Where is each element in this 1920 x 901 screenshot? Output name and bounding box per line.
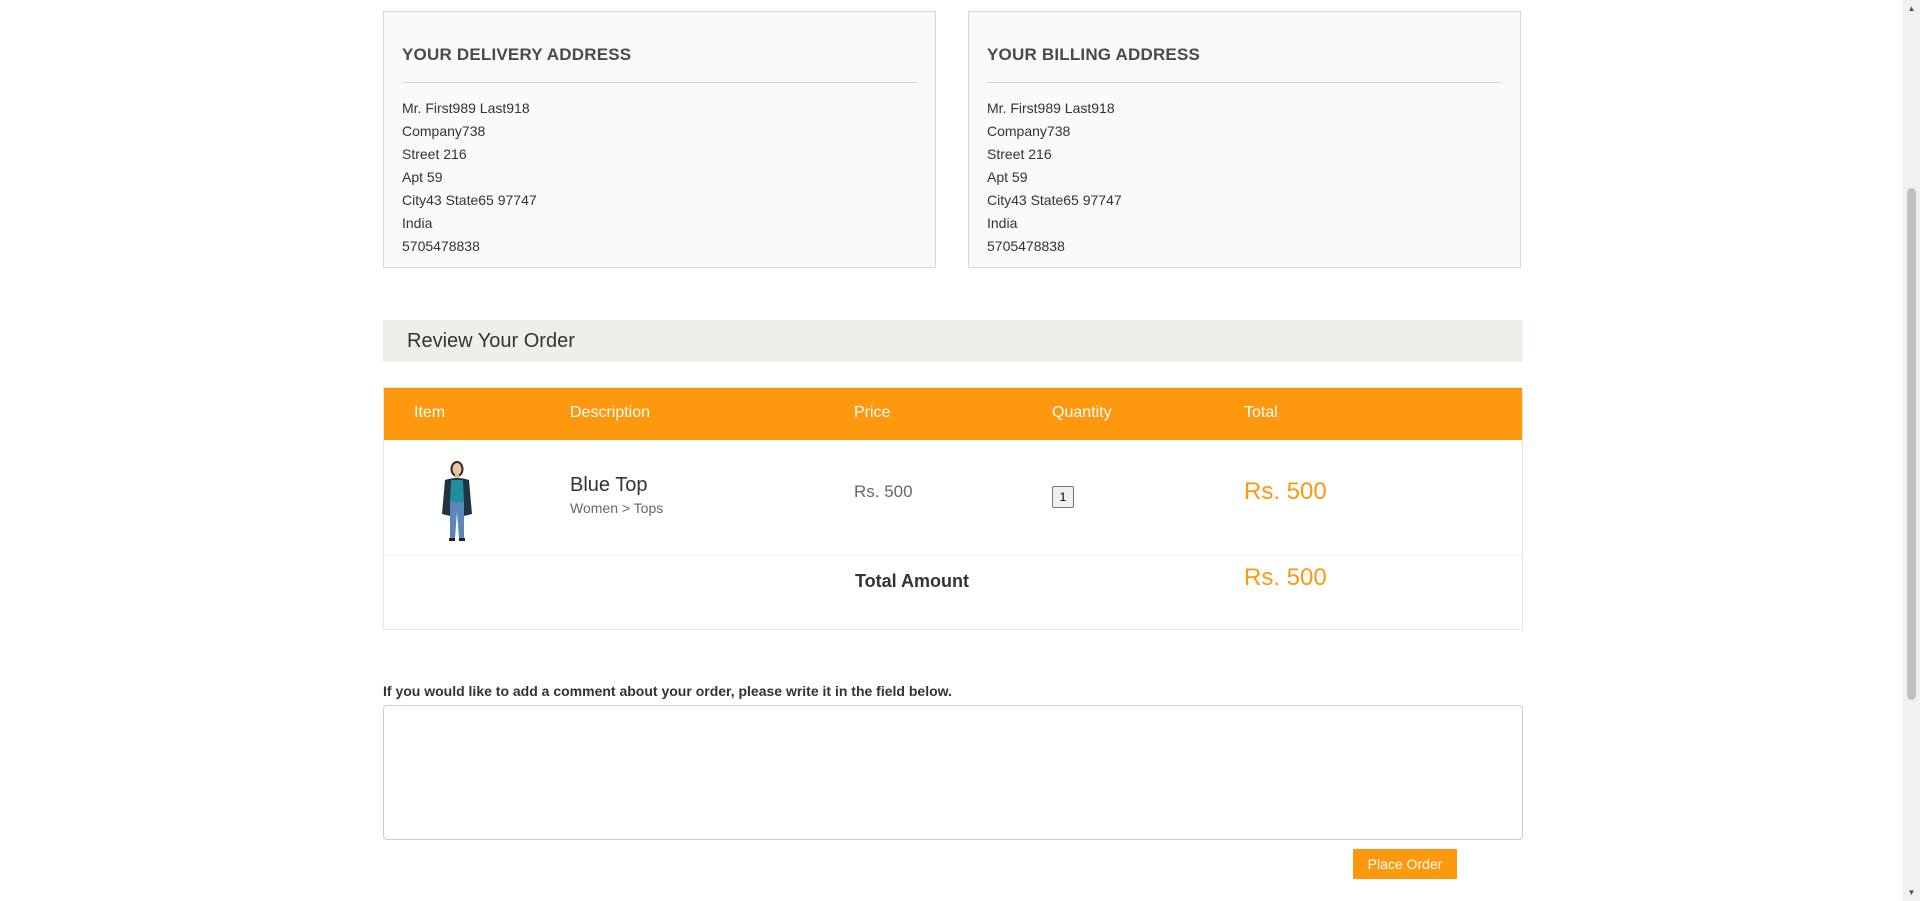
billing-address-street: Street 216 [987, 146, 1052, 162]
scroll-down-arrow-icon[interactable]: ▼ [1903, 884, 1920, 901]
column-header-item: Item [414, 404, 446, 421]
cart-table: Item Description Price Quantity Total Bl… [383, 387, 1523, 630]
billing-address-title: Your billing address [987, 45, 1201, 64]
billing-address-divider [987, 82, 1502, 83]
column-header-price: Price [854, 404, 891, 421]
billing-address-apt: Apt 59 [987, 169, 1028, 185]
delivery-address-divider [402, 82, 917, 83]
review-order-title: Review Your Order [407, 330, 575, 352]
delivery-address-lines: Mr. First989 Last918 Company738 Street 2… [402, 97, 537, 258]
total-amount-value: Rs. 500 [1244, 564, 1327, 591]
billing-address-name: Mr. First989 Last918 [987, 100, 1115, 116]
column-header-quantity: Quantity [1052, 404, 1112, 421]
order-comment-textarea[interactable] [383, 705, 1523, 840]
checkout-page: Your delivery address Mr. First989 Last9… [0, 0, 1920, 901]
billing-address-lines: Mr. First989 Last918 Company738 Street 2… [987, 97, 1122, 258]
quantity-button[interactable]: 1 [1052, 486, 1074, 508]
column-header-total: Total [1244, 404, 1278, 421]
delivery-address-name: Mr. First989 Last918 [402, 100, 530, 116]
column-header-description: Description [570, 404, 651, 421]
scroll-up-arrow-icon[interactable]: ▲ [1903, 0, 1920, 17]
product-total-price: Rs. 500 [1244, 478, 1327, 505]
billing-address-city-state-zip: City43 State65 97747 [987, 192, 1122, 208]
comment-label: If you would like to add a comment about… [383, 683, 952, 699]
delivery-address-country: India [402, 215, 433, 231]
product-image[interactable] [436, 460, 478, 542]
row-divider [384, 555, 1522, 556]
delivery-address-phone: 5705478838 [402, 238, 480, 254]
review-order-heading: Review Your Order [383, 320, 1523, 362]
scrollbar-thumb[interactable] [1907, 188, 1916, 700]
place-order-button[interactable]: Place Order [1353, 849, 1457, 879]
delivery-address-box: Your delivery address Mr. First989 Last9… [383, 11, 936, 268]
delivery-address-title: Your delivery address [402, 45, 632, 64]
cart-table-header: Item Description Price Quantity Total [384, 388, 1522, 440]
page-scrollbar[interactable]: ▲ ▼ [1903, 0, 1920, 901]
product-name[interactable]: Blue Top [570, 474, 647, 497]
delivery-address-apt: Apt 59 [402, 169, 443, 185]
delivery-address-company: Company738 [402, 123, 486, 139]
total-amount-label: Total Amount [855, 571, 969, 591]
billing-address-country: India [987, 215, 1018, 231]
delivery-address-city-state-zip: City43 State65 97747 [402, 192, 537, 208]
product-price: Rs. 500 [854, 482, 913, 501]
billing-address-box: Your billing address Mr. First989 Last91… [968, 11, 1521, 268]
delivery-address-street: Street 216 [402, 146, 467, 162]
product-category: Women > Tops [570, 500, 664, 516]
billing-address-phone: 5705478838 [987, 238, 1065, 254]
billing-address-company: Company738 [987, 123, 1071, 139]
